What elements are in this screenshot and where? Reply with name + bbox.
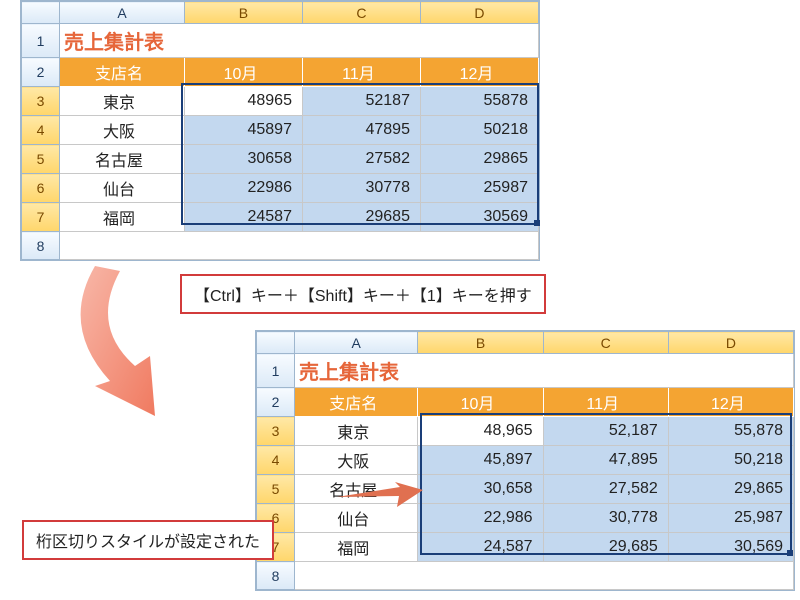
hdr-name[interactable]: 支店名 <box>60 58 185 87</box>
d6[interactable]: 25987 <box>420 174 538 203</box>
b5-2[interactable]: 30,658 <box>418 475 543 504</box>
c6[interactable]: 30778 <box>302 174 420 203</box>
row-3[interactable]: 3 <box>22 87 60 116</box>
c7[interactable]: 29685 <box>302 203 420 232</box>
col-C[interactable]: C <box>302 2 420 24</box>
result-callout: 桁区切りスタイルが設定された <box>22 520 274 560</box>
hdr-m3[interactable]: 12月 <box>420 58 538 87</box>
spreadsheet-after: A B C D 1 売上集計表 2 支店名 10月 11月 12月 3 東京 4… <box>255 330 795 591</box>
name-0[interactable]: 東京 <box>60 87 185 116</box>
d3[interactable]: 55878 <box>420 87 538 116</box>
row-4[interactable]: 4 <box>22 116 60 145</box>
row-5[interactable]: 5 <box>22 145 60 174</box>
name-1-2[interactable]: 大阪 <box>295 446 418 475</box>
hdr-m1[interactable]: 10月 <box>184 58 302 87</box>
row-5-2[interactable]: 5 <box>257 475 295 504</box>
col-D-2[interactable]: D <box>668 332 793 354</box>
name-0-2[interactable]: 東京 <box>295 417 418 446</box>
d5[interactable]: 29865 <box>420 145 538 174</box>
col-B[interactable]: B <box>184 2 302 24</box>
name-4-2[interactable]: 福岡 <box>295 533 418 562</box>
hdr-m2[interactable]: 11月 <box>302 58 420 87</box>
b6-2[interactable]: 22,986 <box>418 504 543 533</box>
grid-before[interactable]: A B C D 1 売上集計表 2 支店名 10月 11月 12月 3 東京 4… <box>21 1 539 260</box>
row-7[interactable]: 7 <box>22 203 60 232</box>
c3[interactable]: 52187 <box>302 87 420 116</box>
d4[interactable]: 50218 <box>420 116 538 145</box>
c3-2[interactable]: 52,187 <box>543 417 668 446</box>
empty-row-2[interactable] <box>295 562 794 590</box>
row-3-2[interactable]: 3 <box>257 417 295 446</box>
row-2-2[interactable]: 2 <box>257 388 295 417</box>
sheet-title[interactable]: 売上集計表 <box>60 24 539 58</box>
c6-2[interactable]: 30,778 <box>543 504 668 533</box>
b4-2[interactable]: 45,897 <box>418 446 543 475</box>
c7-2[interactable]: 29,685 <box>543 533 668 562</box>
d4-2[interactable]: 50,218 <box>668 446 793 475</box>
instruction-callout: 【Ctrl】キー＋【Shift】キー＋【1】キーを押す <box>180 274 546 314</box>
name-2[interactable]: 名古屋 <box>60 145 185 174</box>
hdr-m1-2[interactable]: 10月 <box>418 388 543 417</box>
b7[interactable]: 24587 <box>184 203 302 232</box>
name-1[interactable]: 大阪 <box>60 116 185 145</box>
col-A-2[interactable]: A <box>295 332 418 354</box>
row-6[interactable]: 6 <box>22 174 60 203</box>
c5[interactable]: 27582 <box>302 145 420 174</box>
c5-2[interactable]: 27,582 <box>543 475 668 504</box>
sheet-title-2[interactable]: 売上集計表 <box>295 354 794 388</box>
c4-2[interactable]: 47,895 <box>543 446 668 475</box>
row-2[interactable]: 2 <box>22 58 60 87</box>
row-8-2[interactable]: 8 <box>257 562 295 590</box>
col-B-2[interactable]: B <box>418 332 543 354</box>
c4[interactable]: 47895 <box>302 116 420 145</box>
name-3-2[interactable]: 仙台 <box>295 504 418 533</box>
select-all-corner[interactable] <box>22 2 60 24</box>
name-3[interactable]: 仙台 <box>60 174 185 203</box>
empty-row[interactable] <box>60 232 539 260</box>
name-2-2[interactable]: 名古屋 <box>295 475 418 504</box>
d7[interactable]: 30569 <box>420 203 538 232</box>
hdr-m2-2[interactable]: 11月 <box>543 388 668 417</box>
row-4-2[interactable]: 4 <box>257 446 295 475</box>
b6[interactable]: 22986 <box>184 174 302 203</box>
col-A[interactable]: A <box>60 2 185 24</box>
d7-2[interactable]: 30,569 <box>668 533 793 562</box>
spreadsheet-before: A B C D 1 売上集計表 2 支店名 10月 11月 12月 3 東京 4… <box>20 0 540 261</box>
grid-after[interactable]: A B C D 1 売上集計表 2 支店名 10月 11月 12月 3 東京 4… <box>256 331 794 590</box>
select-all-corner-2[interactable] <box>257 332 295 354</box>
name-4[interactable]: 福岡 <box>60 203 185 232</box>
col-C-2[interactable]: C <box>543 332 668 354</box>
d3-2[interactable]: 55,878 <box>668 417 793 446</box>
row-1-2[interactable]: 1 <box>257 354 295 388</box>
d5-2[interactable]: 29,865 <box>668 475 793 504</box>
row-1[interactable]: 1 <box>22 24 60 58</box>
d6-2[interactable]: 25,987 <box>668 504 793 533</box>
hdr-m3-2[interactable]: 12月 <box>668 388 793 417</box>
b3-2[interactable]: 48,965 <box>418 417 543 446</box>
b5[interactable]: 30658 <box>184 145 302 174</box>
row-8[interactable]: 8 <box>22 232 60 260</box>
b3[interactable]: 48965 <box>184 87 302 116</box>
b4[interactable]: 45897 <box>184 116 302 145</box>
b7-2[interactable]: 24,587 <box>418 533 543 562</box>
hdr-name-2[interactable]: 支店名 <box>295 388 418 417</box>
col-D[interactable]: D <box>420 2 538 24</box>
